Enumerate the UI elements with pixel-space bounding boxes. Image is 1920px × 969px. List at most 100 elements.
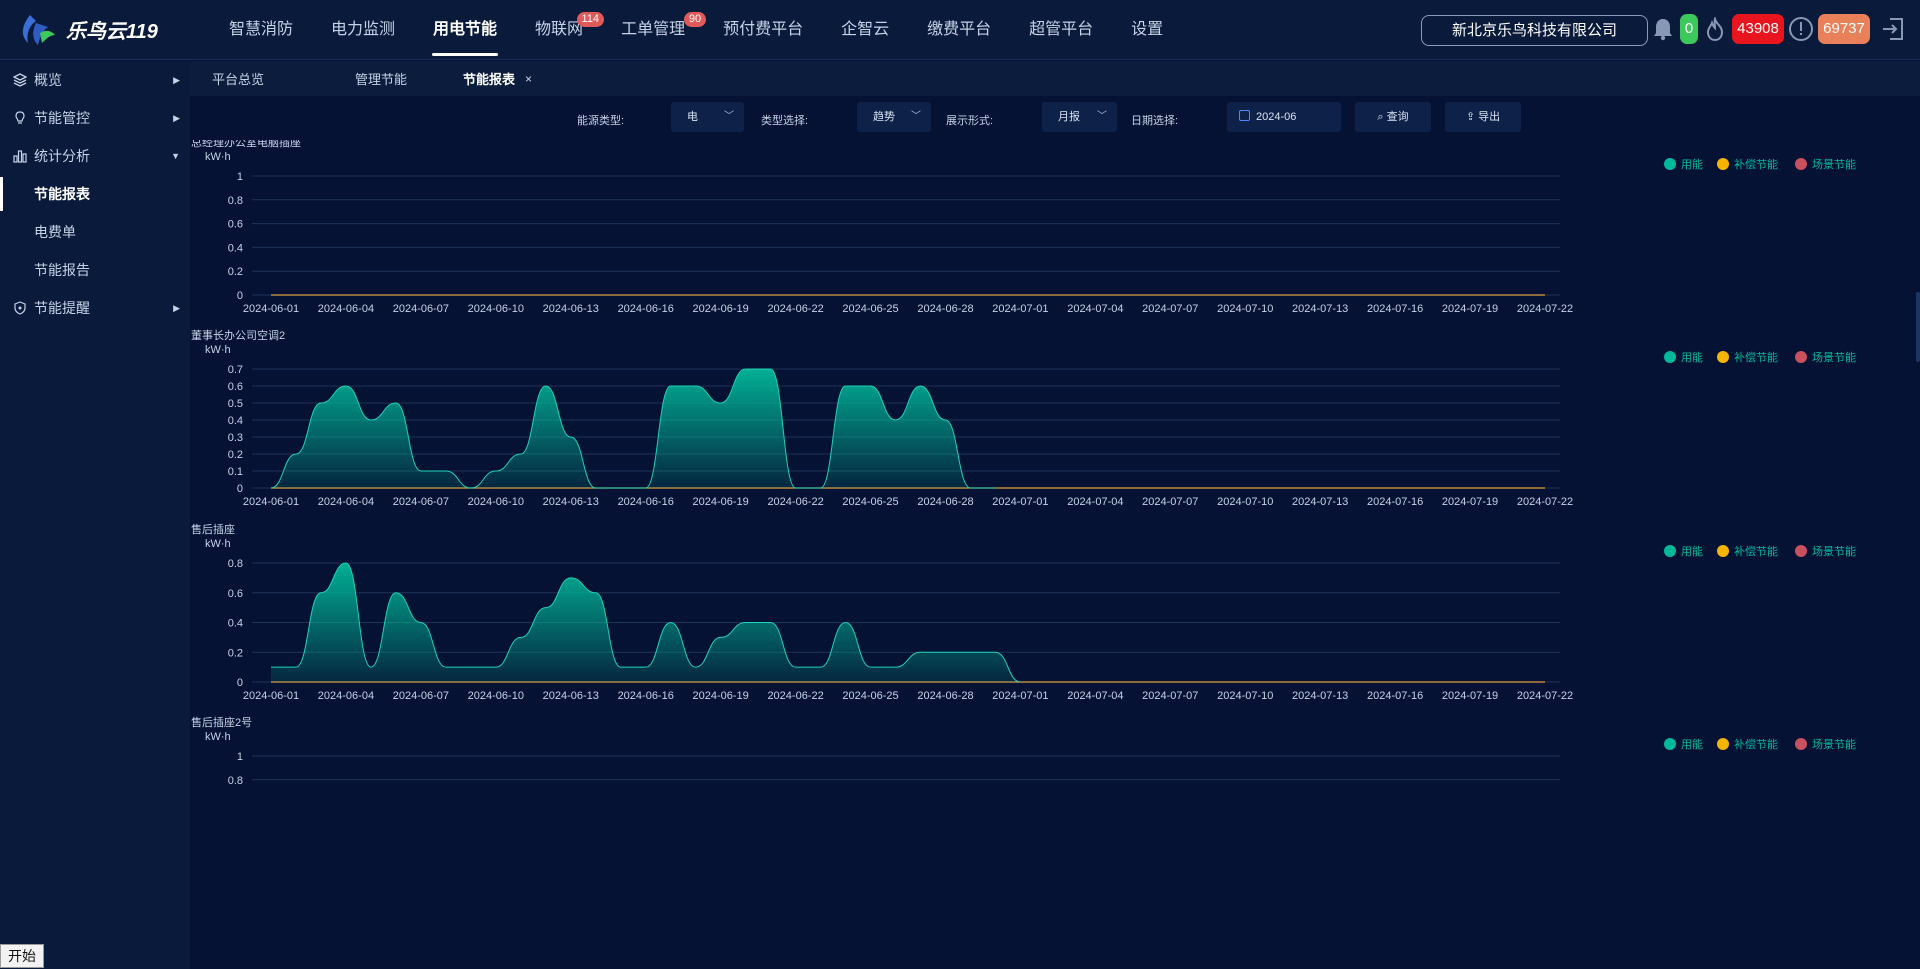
legend-marker[interactable] xyxy=(1664,351,1676,363)
legend-marker[interactable] xyxy=(1717,158,1729,170)
x-tick-label: 2024-07-07 xyxy=(1142,690,1198,702)
nav-item-9[interactable]: 设置 xyxy=(1112,0,1182,60)
x-tick-label: 2024-07-16 xyxy=(1367,496,1423,508)
legend-marker[interactable] xyxy=(1664,158,1676,170)
sidebar-subitem-energy-summary[interactable]: 节能报告 xyxy=(0,251,190,289)
legend-marker[interactable] xyxy=(1717,351,1729,363)
legend-label[interactable]: 补偿节能 xyxy=(1734,737,1778,751)
legend-marker[interactable] xyxy=(1795,158,1807,170)
legend-label[interactable]: 补偿节能 xyxy=(1734,544,1778,558)
x-tick-label: 2024-06-13 xyxy=(543,303,599,315)
logout-icon[interactable] xyxy=(1880,14,1906,44)
legend-label[interactable]: 场景节能 xyxy=(1812,350,1856,364)
legend-label[interactable]: 用能 xyxy=(1681,157,1703,171)
area-chart: kW·h 0.8 0.6 0.4 0.2 02024-06-01 2024-06-04 202… xyxy=(205,538,1856,702)
legend-marker[interactable] xyxy=(1795,351,1807,363)
y-tick-label: 0.6 xyxy=(228,381,243,393)
tab-energy-report[interactable]: 节能报表 × xyxy=(441,69,554,88)
x-tick-label: 2024-06-19 xyxy=(693,690,749,702)
chart-list: 总经理办公室电脑插座 kW·h 1 0.8 0.6 0.4 0.2 0 2024-06-01 20… xyxy=(190,140,1920,969)
caret-right-icon: ▶ xyxy=(173,112,180,123)
company-selector[interactable]: 新北京乐鸟科技有限公司 xyxy=(1421,15,1648,46)
alert-circle-icon[interactable] xyxy=(1788,14,1814,44)
x-tick-label: 2024-07-13 xyxy=(1292,496,1348,508)
x-tick-label: 2024-06-04 xyxy=(318,496,374,508)
legend-marker[interactable] xyxy=(1717,738,1729,750)
nav-item-4[interactable]: 工单管理 90 xyxy=(602,0,707,60)
start-button[interactable]: 开始 xyxy=(0,944,44,968)
x-tick-label: 2024-06-04 xyxy=(318,690,374,702)
x-tick-label: 2024-07-16 xyxy=(1367,303,1423,315)
nav-item-6[interactable]: 企智云 xyxy=(822,0,908,60)
y-tick-label: 0.5 xyxy=(228,398,243,410)
export-button[interactable]: ⇪ 导出 xyxy=(1445,102,1521,132)
type-value: 趋势 xyxy=(873,111,895,123)
legend-label[interactable]: 场景节能 xyxy=(1812,157,1856,171)
legend-label[interactable]: 补偿节能 xyxy=(1734,350,1778,364)
energy-type-select[interactable]: 电 ﹀ xyxy=(671,102,744,132)
nav-item-1[interactable]: 电力监测 xyxy=(312,0,414,60)
x-tick-label: 2024-06-16 xyxy=(618,496,674,508)
x-tick-label: 2024-06-22 xyxy=(767,690,823,702)
x-tick-label: 2024-06-07 xyxy=(393,303,449,315)
legend-marker[interactable] xyxy=(1795,545,1807,557)
bell-icon[interactable] xyxy=(1650,14,1676,44)
y-tick-label: 0 xyxy=(237,677,243,689)
nav-item-7[interactable]: 缴费平台 xyxy=(908,0,1010,60)
bell-count-badge[interactable]: 0 xyxy=(1680,14,1698,44)
legend-label[interactable]: 用能 xyxy=(1681,350,1703,364)
date-value: 2024-06 xyxy=(1256,111,1297,123)
legend-label[interactable]: 用能 xyxy=(1681,544,1703,558)
nav-item-8[interactable]: 超管平台 xyxy=(1010,0,1112,60)
sidebar-item-energy-control[interactable]: 节能管控 ▶ xyxy=(0,99,190,137)
legend-label[interactable]: 用能 xyxy=(1681,737,1703,751)
y-tick-label: 1 xyxy=(237,171,243,183)
nav-item-3[interactable]: 物联网 114 xyxy=(516,0,605,60)
y-tick-label: 0.7 xyxy=(228,364,243,376)
legend-label[interactable]: 补偿节能 xyxy=(1734,157,1778,171)
nav-item-label: 超管平台 xyxy=(1029,20,1094,38)
nav-item-label: 工单管理 xyxy=(621,20,686,38)
nav-item-0[interactable]: 智慧消防 xyxy=(210,0,312,60)
close-icon[interactable]: × xyxy=(525,72,532,86)
x-tick-label: 2024-06-22 xyxy=(767,303,823,315)
area-chart: kW·h 1 0.8 用能 补偿节能 场景节能 xyxy=(205,731,1856,787)
display-form-select[interactable]: 月报 ﹀ xyxy=(1042,102,1117,132)
legend-marker[interactable] xyxy=(1664,738,1676,750)
x-tick-label: 2024-06-25 xyxy=(842,303,898,315)
sidebar-item-overview[interactable]: 概览 ▶ xyxy=(0,61,190,99)
sidebar-item-energy-reminder[interactable]: 节能提醒 ▶ xyxy=(0,289,190,327)
x-tick-label: 2024-06-28 xyxy=(917,303,973,315)
query-label: 查询 xyxy=(1386,111,1409,123)
sidebar-subitem-electric-bill[interactable]: 电费单 xyxy=(0,213,190,251)
legend-marker[interactable] xyxy=(1664,545,1676,557)
y-tick-label: 0.2 xyxy=(228,647,243,659)
bar-chart-icon xyxy=(12,148,28,164)
query-button[interactable]: ⌕ 查询 xyxy=(1355,102,1431,132)
legend-marker[interactable] xyxy=(1795,738,1807,750)
date-picker[interactable]: 2024-06 xyxy=(1227,102,1341,132)
nav-item-2[interactable]: 用电节能 xyxy=(414,0,516,60)
tab-platform-overview[interactable]: 平台总览 xyxy=(190,69,286,88)
sidebar: 概览 ▶ 节能管控 ▶ 统计分析 ▼ 节能报表 电费单 节能报告 节能提醒 ▶ xyxy=(0,61,190,969)
upload-icon: ⇪ xyxy=(1465,111,1476,123)
x-tick-label: 2024-07-04 xyxy=(1067,496,1123,508)
legend-label[interactable]: 场景节能 xyxy=(1812,544,1856,558)
fire-icon[interactable] xyxy=(1702,14,1728,44)
legend-marker[interactable] xyxy=(1717,545,1729,557)
app-logo[interactable]: 乐鸟云119 xyxy=(0,13,200,47)
x-tick-label: 2024-06-01 xyxy=(243,303,299,315)
scrollbar-thumb[interactable] xyxy=(1916,292,1920,362)
alert-count-badge[interactable]: 69737 xyxy=(1818,14,1870,44)
chevron-down-icon: ﹀ xyxy=(911,111,921,122)
energy-type-value: 电 xyxy=(687,111,698,123)
tab-management-saving[interactable]: 管理节能 xyxy=(333,69,429,88)
legend-label[interactable]: 场景节能 xyxy=(1812,737,1856,751)
nav-item-5[interactable]: 预付费平台 xyxy=(704,0,822,60)
top-bar: 乐鸟云119 智慧消防 电力监测 用电节能 物联网 114 工单管理 90 预付费平台 企智云缴… xyxy=(0,0,1920,60)
sidebar-subitem-energy-report[interactable]: 节能报表 xyxy=(0,175,190,213)
y-tick-label: 0.4 xyxy=(228,415,243,427)
sidebar-item-statistics[interactable]: 统计分析 ▼ xyxy=(0,137,190,175)
fire-count-badge[interactable]: 43908 xyxy=(1732,14,1784,44)
type-select[interactable]: 趋势 ﹀ xyxy=(857,102,931,132)
